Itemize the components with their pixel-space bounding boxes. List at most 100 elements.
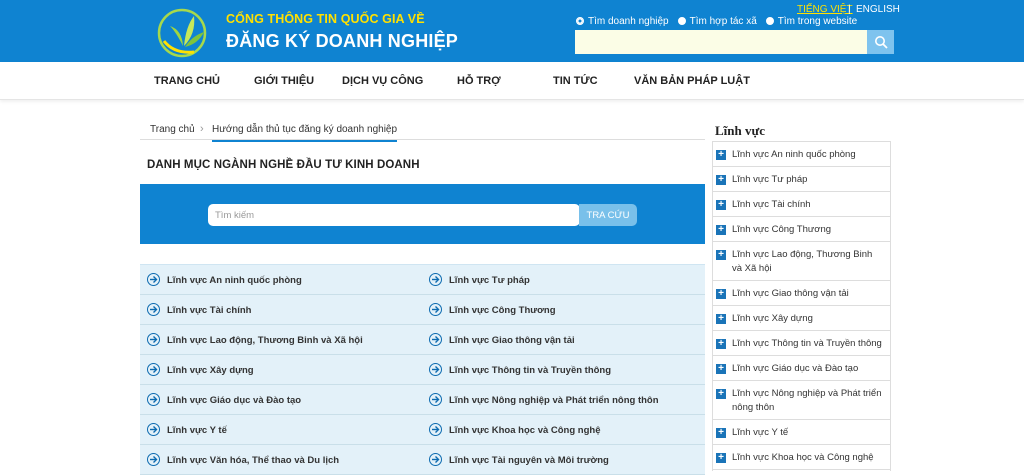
field-list-item[interactable]: Lĩnh vực Tư pháp (422, 265, 705, 295)
field-label: Lĩnh vực Giáo dục và Đào tạo (167, 395, 302, 406)
field-label: Lĩnh vực Khoa học và Công nghệ (449, 425, 601, 436)
lang-vietnamese-link[interactable]: TIẾNG VIỆT (797, 4, 853, 15)
sidebar-item[interactable]: + Lĩnh vực Giáo dục và Đào tạo (713, 356, 890, 381)
nav-news[interactable]: TIN TỨC (553, 75, 598, 87)
arrow-right-circle-icon (147, 273, 160, 286)
sidebar-item[interactable]: + Lĩnh vực Giao thông vận tải (713, 281, 890, 306)
arrow-right-circle-icon (429, 363, 442, 376)
search-icon (874, 36, 888, 49)
plus-icon: + (716, 250, 726, 260)
field-list-item[interactable]: Lĩnh vực Lao động, Thương Binh và Xã hội (140, 325, 423, 355)
arrow-right-circle-icon (147, 333, 160, 346)
sidebar-item-label: Lĩnh vực Giao thông vận tải (732, 288, 849, 299)
radio-find-website[interactable]: Tìm trong website (765, 15, 857, 27)
field-label: Lĩnh vực Tư pháp (449, 275, 530, 286)
plus-icon: + (716, 389, 726, 399)
sidebar-item[interactable]: + Lĩnh vực Công Thương (713, 217, 890, 242)
site-title-line1: CỔNG THÔNG TIN QUỐC GIA VỀ (226, 12, 425, 26)
radio-icon[interactable] (765, 17, 774, 25)
search-scope-radios: Tìm doanh nghiệp Tìm hợp tác xã Tìm tron… (576, 15, 857, 27)
sidebar-item[interactable]: + Lĩnh vực Nông nghiệp và Phát triển nông… (713, 381, 890, 420)
nav-public-services[interactable]: DỊCH VỤ CÔNG (342, 75, 423, 87)
radio-find-business[interactable]: Tìm doanh nghiệp (576, 15, 669, 27)
plus-icon: + (716, 364, 726, 374)
plus-icon: + (716, 200, 726, 210)
field-label: Lĩnh vực Nông nghiệp và Phát triển nông … (449, 395, 659, 406)
plus-icon: + (716, 289, 726, 299)
plus-icon: + (716, 339, 726, 349)
breadcrumb-current[interactable]: Hướng dẫn thủ tục đăng ký doanh nghiệp (212, 124, 398, 142)
header-search-input[interactable] (575, 30, 867, 54)
plus-icon: + (716, 453, 726, 463)
sidebar-item-label: Lĩnh vực Xây dựng (732, 313, 813, 324)
field-list-item[interactable]: Lĩnh vực An ninh quốc phòng (140, 265, 423, 295)
site-header: CỔNG THÔNG TIN QUỐC GIA VỀ ĐĂNG KÝ DOANH… (0, 0, 1024, 62)
plus-icon: + (716, 314, 726, 324)
arrow-right-circle-icon (429, 423, 442, 436)
sidebar-list: + Lĩnh vực An ninh quốc phòng + Lĩnh vực Tư… (712, 141, 891, 471)
arrow-right-circle-icon (429, 393, 442, 406)
sidebar-item-label: Lĩnh vực Thông tin và Truyền thông (732, 338, 882, 349)
field-label: Lĩnh vực Văn hóa, Thể thao và Du lịch (167, 455, 340, 466)
nav-legal-documents[interactable]: VĂN BẢN PHÁP LUẬT (634, 75, 750, 87)
arrow-right-circle-icon (429, 333, 442, 346)
nav-support[interactable]: HỖ TRỢ (457, 75, 501, 87)
search-input[interactable] (208, 204, 580, 226)
sidebar-item-label: Lĩnh vực Lao động, Thương Binh và Xã hội (732, 249, 873, 274)
sidebar-item-label: Lĩnh vực Tư pháp (732, 174, 808, 185)
plus-icon: + (716, 225, 726, 235)
field-list-item[interactable]: Lĩnh vực Khoa học và Công nghệ (422, 415, 705, 445)
plus-icon: + (716, 150, 726, 160)
lang-english-link[interactable]: ENGLISH (856, 4, 900, 15)
sidebar-item[interactable]: + Lĩnh vực Y tế (713, 420, 890, 445)
sidebar-item[interactable]: + Lĩnh vực Tài chính (713, 192, 890, 217)
sidebar-item[interactable]: + Lĩnh vực Tư pháp (713, 167, 890, 192)
sidebar-item-label: Lĩnh vực Công Thương (732, 224, 832, 235)
field-list-item[interactable]: Lĩnh vực Giao thông vận tải (422, 325, 705, 355)
logo-icon[interactable] (156, 6, 212, 58)
lookup-button[interactable]: TRA CỨU (579, 204, 637, 226)
arrow-right-circle-icon (147, 423, 160, 436)
breadcrumb-home[interactable]: Trang chủ (150, 124, 195, 135)
plus-icon: + (716, 175, 726, 185)
field-list-item[interactable]: Lĩnh vực Xây dựng (140, 355, 423, 385)
radio-find-cooperative[interactable]: Tìm hợp tác xã (677, 15, 757, 27)
arrow-right-circle-icon (147, 363, 160, 376)
site-title-line2[interactable]: ĐĂNG KÝ DOANH NGHIỆP (226, 31, 458, 52)
sidebar-item-label: Lĩnh vực An ninh quốc phòng (732, 149, 856, 160)
sidebar-item[interactable]: + Lĩnh vực Khoa học và Công nghệ (713, 445, 890, 470)
field-list-item[interactable]: Lĩnh vực Thông tin và Truyền thông (422, 355, 705, 385)
sidebar-item[interactable]: + Lĩnh vực An ninh quốc phòng (713, 142, 890, 167)
arrow-right-circle-icon (429, 273, 442, 286)
sidebar-title: Lĩnh vực (715, 123, 766, 138)
radio-icon[interactable] (677, 17, 686, 25)
field-list-item[interactable]: Lĩnh vực Tài chính (140, 295, 423, 325)
radio-selected-icon[interactable] (576, 17, 584, 25)
field-label: Lĩnh vực An ninh quốc phòng (167, 275, 302, 286)
field-list-item[interactable]: Lĩnh vực Công Thương (422, 295, 705, 325)
lang-separator: | (848, 4, 851, 15)
arrow-right-circle-icon (429, 453, 442, 466)
sidebar-item[interactable]: + Lĩnh vực Thông tin và Truyền thông (713, 331, 890, 356)
nav-home[interactable]: TRANG CHỦ (154, 75, 220, 87)
field-label: Lĩnh vực Giao thông vận tải (449, 335, 575, 346)
header-search-button[interactable] (867, 30, 894, 54)
field-list-item[interactable]: Lĩnh vực Giáo dục và Đào tạo (140, 385, 423, 415)
nav-about[interactable]: GIỚI THIỆU (254, 75, 314, 87)
field-list-item[interactable]: Lĩnh vực Y tế (140, 415, 423, 445)
field-grid: Lĩnh vực An ninh quốc phòng Lĩnh vực Tư p… (140, 264, 705, 475)
field-label: Lĩnh vực Tài chính (167, 305, 252, 316)
arrow-right-circle-icon (147, 303, 160, 316)
sidebar-item-label: Lĩnh vực Nông nghiệp và Phát triển nông … (732, 388, 882, 413)
page-title: DANH MỤC NGÀNH NGHỀ ĐẦU TƯ KINH DOANH (147, 159, 420, 171)
sidebar-item[interactable]: + Lĩnh vực Lao động, Thương Binh và Xã hộ… (713, 242, 890, 281)
field-label: Lĩnh vực Công Thương (449, 305, 556, 316)
field-list-item[interactable]: Lĩnh vực Nông nghiệp và Phát triển nông … (422, 385, 705, 415)
breadcrumb-separator: › (200, 123, 204, 135)
field-label: Lĩnh vực Tài nguyên và Môi trường (449, 455, 609, 466)
field-label: Lĩnh vực Thông tin và Truyền thông (449, 365, 612, 376)
arrow-right-circle-icon (147, 393, 160, 406)
plus-icon: + (716, 428, 726, 438)
sidebar-item[interactable]: + Lĩnh vực Xây dựng (713, 306, 890, 331)
main-nav: TRANG CHỦ GIỚI THIỆU DỊCH VỤ CÔNG HỖ TRỢ… (0, 62, 1024, 100)
